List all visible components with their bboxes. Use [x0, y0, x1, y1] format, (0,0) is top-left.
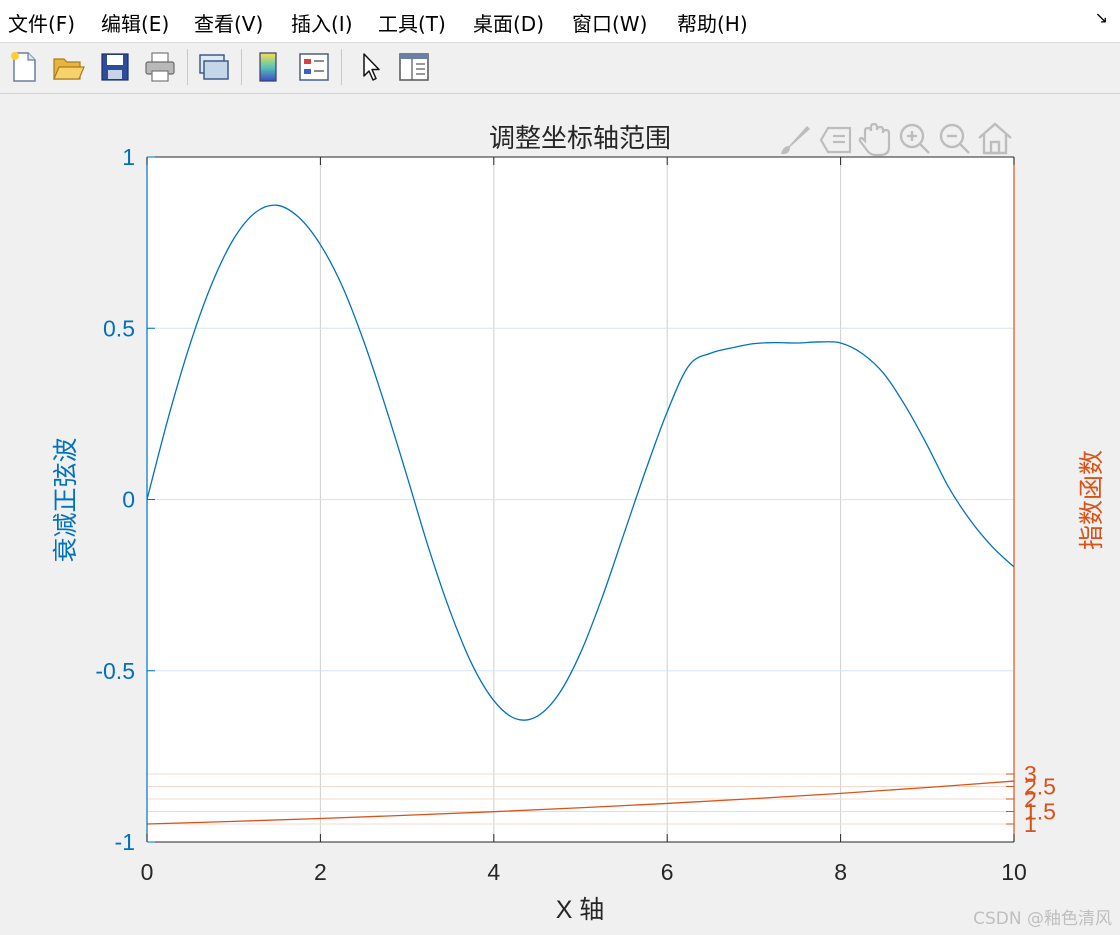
menu-item[interactable]: 桌面(D) [473, 8, 544, 37]
insert-colorbar-icon[interactable] [250, 49, 286, 85]
figure-canvas: 0 2 4 6 8 10-1-0.500.5111.522.53 调整坐标轴范围 X 轴 … [51, 122, 1106, 924]
menu-item[interactable]: 查看(V) [194, 8, 263, 37]
y-tick-label-left: -0.5 [95, 658, 135, 684]
menu-item[interactable]: 窗口(W) [572, 8, 647, 37]
dock-arrow-icon[interactable]: ↘ [1095, 8, 1108, 27]
menu-item[interactable]: 插入(I) [291, 8, 353, 37]
menu-item[interactable]: 编辑(E) [101, 8, 169, 37]
axes-toolbar [781, 122, 1012, 157]
toolbar [0, 43, 1120, 94]
y-tick-label-left: -1 [115, 829, 135, 855]
watermark: CSDN @釉色清风 [973, 909, 1112, 929]
insert-legend-icon[interactable] [296, 49, 332, 85]
new-figure-icon[interactable] [6, 49, 42, 85]
x-axis-label: X 轴 [556, 896, 605, 924]
y-axis-label-right: 指数函数 [1077, 450, 1106, 550]
print-icon[interactable] [142, 49, 178, 85]
toolbar-separator [341, 49, 342, 85]
toolbar-separator [241, 49, 242, 85]
data-tips-icon[interactable] [819, 126, 852, 154]
open-file-icon[interactable] [50, 49, 86, 85]
pan-icon[interactable] [858, 122, 891, 157]
y-axis-label-left: 衰减正弦波 [51, 437, 80, 562]
link-plot-icon[interactable] [196, 49, 232, 85]
y-tick-label-right: 3 [1024, 761, 1037, 787]
edit-plot-icon[interactable] [352, 49, 388, 85]
zoom-out-icon[interactable] [939, 123, 970, 154]
menu-item[interactable]: 文件(F) [8, 8, 75, 37]
menu-bar: 文件(F) 编辑(E) 查看(V) 插入(I) 工具(T) 桌面(D) 窗口(W) 帮助(H)… [0, 0, 1120, 43]
x-tick-label: 6 [661, 859, 674, 885]
zoom-in-icon[interactable] [899, 123, 930, 154]
toolbar-separator [187, 49, 188, 85]
x-tick-label: 8 [834, 859, 847, 885]
x-tick-label: 2 [314, 859, 327, 885]
y-tick-label-left: 0 [122, 487, 135, 513]
property-inspector-icon[interactable] [396, 49, 432, 85]
brush-icon[interactable] [781, 126, 810, 155]
chart-title: 调整坐标轴范围 [489, 124, 671, 154]
x-tick-label: 10 [1001, 859, 1027, 885]
y-tick-label-left: 0.5 [103, 315, 135, 341]
x-tick-label: 0 [141, 859, 154, 885]
menu-item[interactable]: 帮助(H) [677, 8, 748, 37]
save-icon[interactable] [97, 49, 133, 85]
menu-item[interactable]: 工具(T) [378, 8, 446, 37]
home-icon[interactable] [978, 122, 1012, 155]
x-tick-label: 4 [487, 859, 500, 885]
y-tick-label-left: 1 [122, 144, 135, 170]
